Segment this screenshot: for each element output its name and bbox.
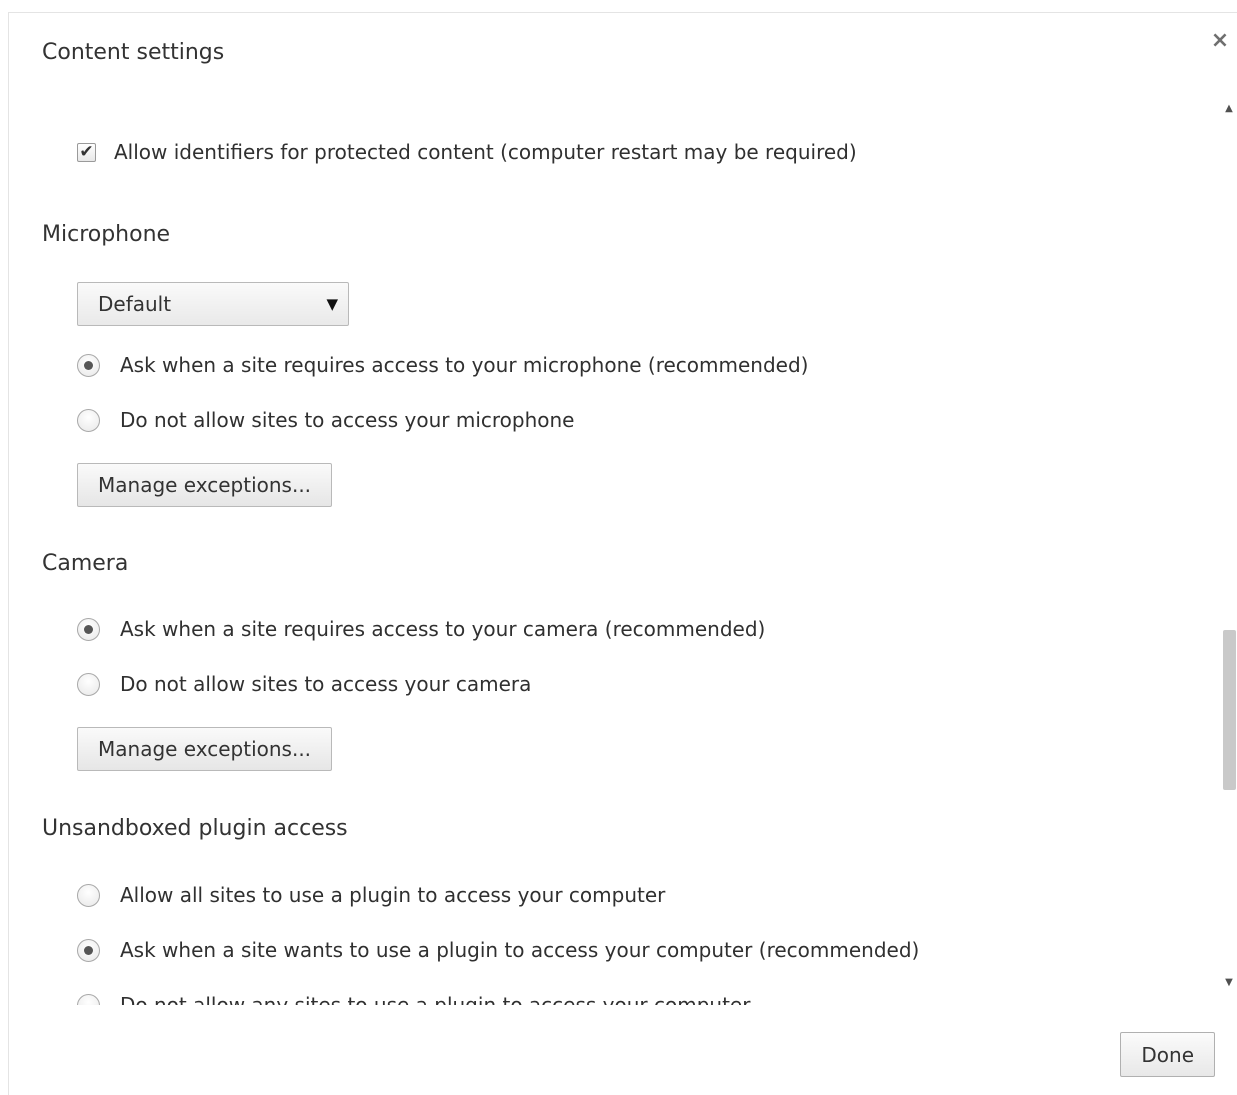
- camera-option-ask[interactable]: Ask when a site requires access to your …: [77, 614, 765, 644]
- microphone-option-block[interactable]: Do not allow sites to access your microp…: [77, 405, 574, 435]
- done-button[interactable]: Done: [1120, 1032, 1215, 1077]
- camera-ask-radio[interactable]: [77, 617, 100, 641]
- camera-option-block[interactable]: Do not allow sites to access your camera: [77, 669, 531, 699]
- microphone-block-label: Do not allow sites to access your microp…: [120, 408, 575, 432]
- content-settings-dialog: Content settings × ✔ Allow identifiers f…: [0, 0, 1237, 1095]
- unsandboxed-block-label: Do not allow any sites to use a plugin t…: [120, 993, 751, 1005]
- protected-content-row[interactable]: ✔ Allow identifiers for protected conten…: [77, 138, 857, 166]
- microphone-device-select[interactable]: Default ▼: [77, 282, 349, 326]
- microphone-device-value: Default: [98, 292, 172, 316]
- camera-manage-exceptions-button[interactable]: Manage exceptions...: [77, 727, 333, 771]
- unsandboxed-option-block[interactable]: Do not allow any sites to use a plugin t…: [77, 990, 750, 1005]
- camera-ask-label: Ask when a site requires access to your …: [120, 617, 766, 641]
- scrollbar-thumb[interactable]: [1223, 630, 1236, 790]
- scroll-up-icon[interactable]: ▲: [1221, 101, 1237, 117]
- settings-scroll-area[interactable]: ✔ Allow identifiers for protected conten…: [9, 95, 1221, 1005]
- unsandboxed-option-allow[interactable]: Allow all sites to use a plugin to acces…: [77, 880, 665, 910]
- camera-block-label: Do not allow sites to access your camera: [120, 672, 532, 696]
- unsandboxed-option-ask[interactable]: Ask when a site wants to use a plugin to…: [77, 935, 919, 965]
- microphone-ask-label: Ask when a site requires access to your …: [120, 353, 809, 377]
- scroll-down-icon[interactable]: ▼: [1221, 975, 1237, 991]
- unsandboxed-plugin-heading: Unsandboxed plugin access: [42, 816, 348, 841]
- protected-content-label: Allow identifiers for protected content …: [114, 140, 857, 164]
- camera-block-radio[interactable]: [77, 672, 100, 696]
- unsandboxed-ask-label: Ask when a site wants to use a plugin to…: [120, 938, 920, 962]
- microphone-option-ask[interactable]: Ask when a site requires access to your …: [77, 350, 808, 380]
- microphone-manage-exceptions-button[interactable]: Manage exceptions...: [77, 463, 333, 507]
- unsandboxed-allow-label: Allow all sites to use a plugin to acces…: [120, 883, 666, 907]
- left-edge-divider: [0, 12, 9, 1095]
- protected-content-checkbox[interactable]: ✔: [77, 142, 96, 162]
- microphone-block-radio[interactable]: [77, 408, 100, 432]
- vertical-scrollbar[interactable]: ▲ ▼: [1221, 95, 1237, 1005]
- dialog-title: Content settings: [42, 40, 225, 65]
- top-divider: [0, 0, 1237, 13]
- microphone-ask-radio[interactable]: [77, 353, 100, 377]
- unsandboxed-block-radio[interactable]: [77, 993, 100, 1005]
- close-icon[interactable]: ×: [1207, 28, 1233, 54]
- unsandboxed-allow-radio[interactable]: [77, 883, 100, 907]
- camera-heading: Camera: [42, 551, 129, 576]
- unsandboxed-ask-radio[interactable]: [77, 938, 100, 962]
- microphone-heading: Microphone: [42, 222, 171, 247]
- chevron-down-icon: ▼: [326, 295, 338, 313]
